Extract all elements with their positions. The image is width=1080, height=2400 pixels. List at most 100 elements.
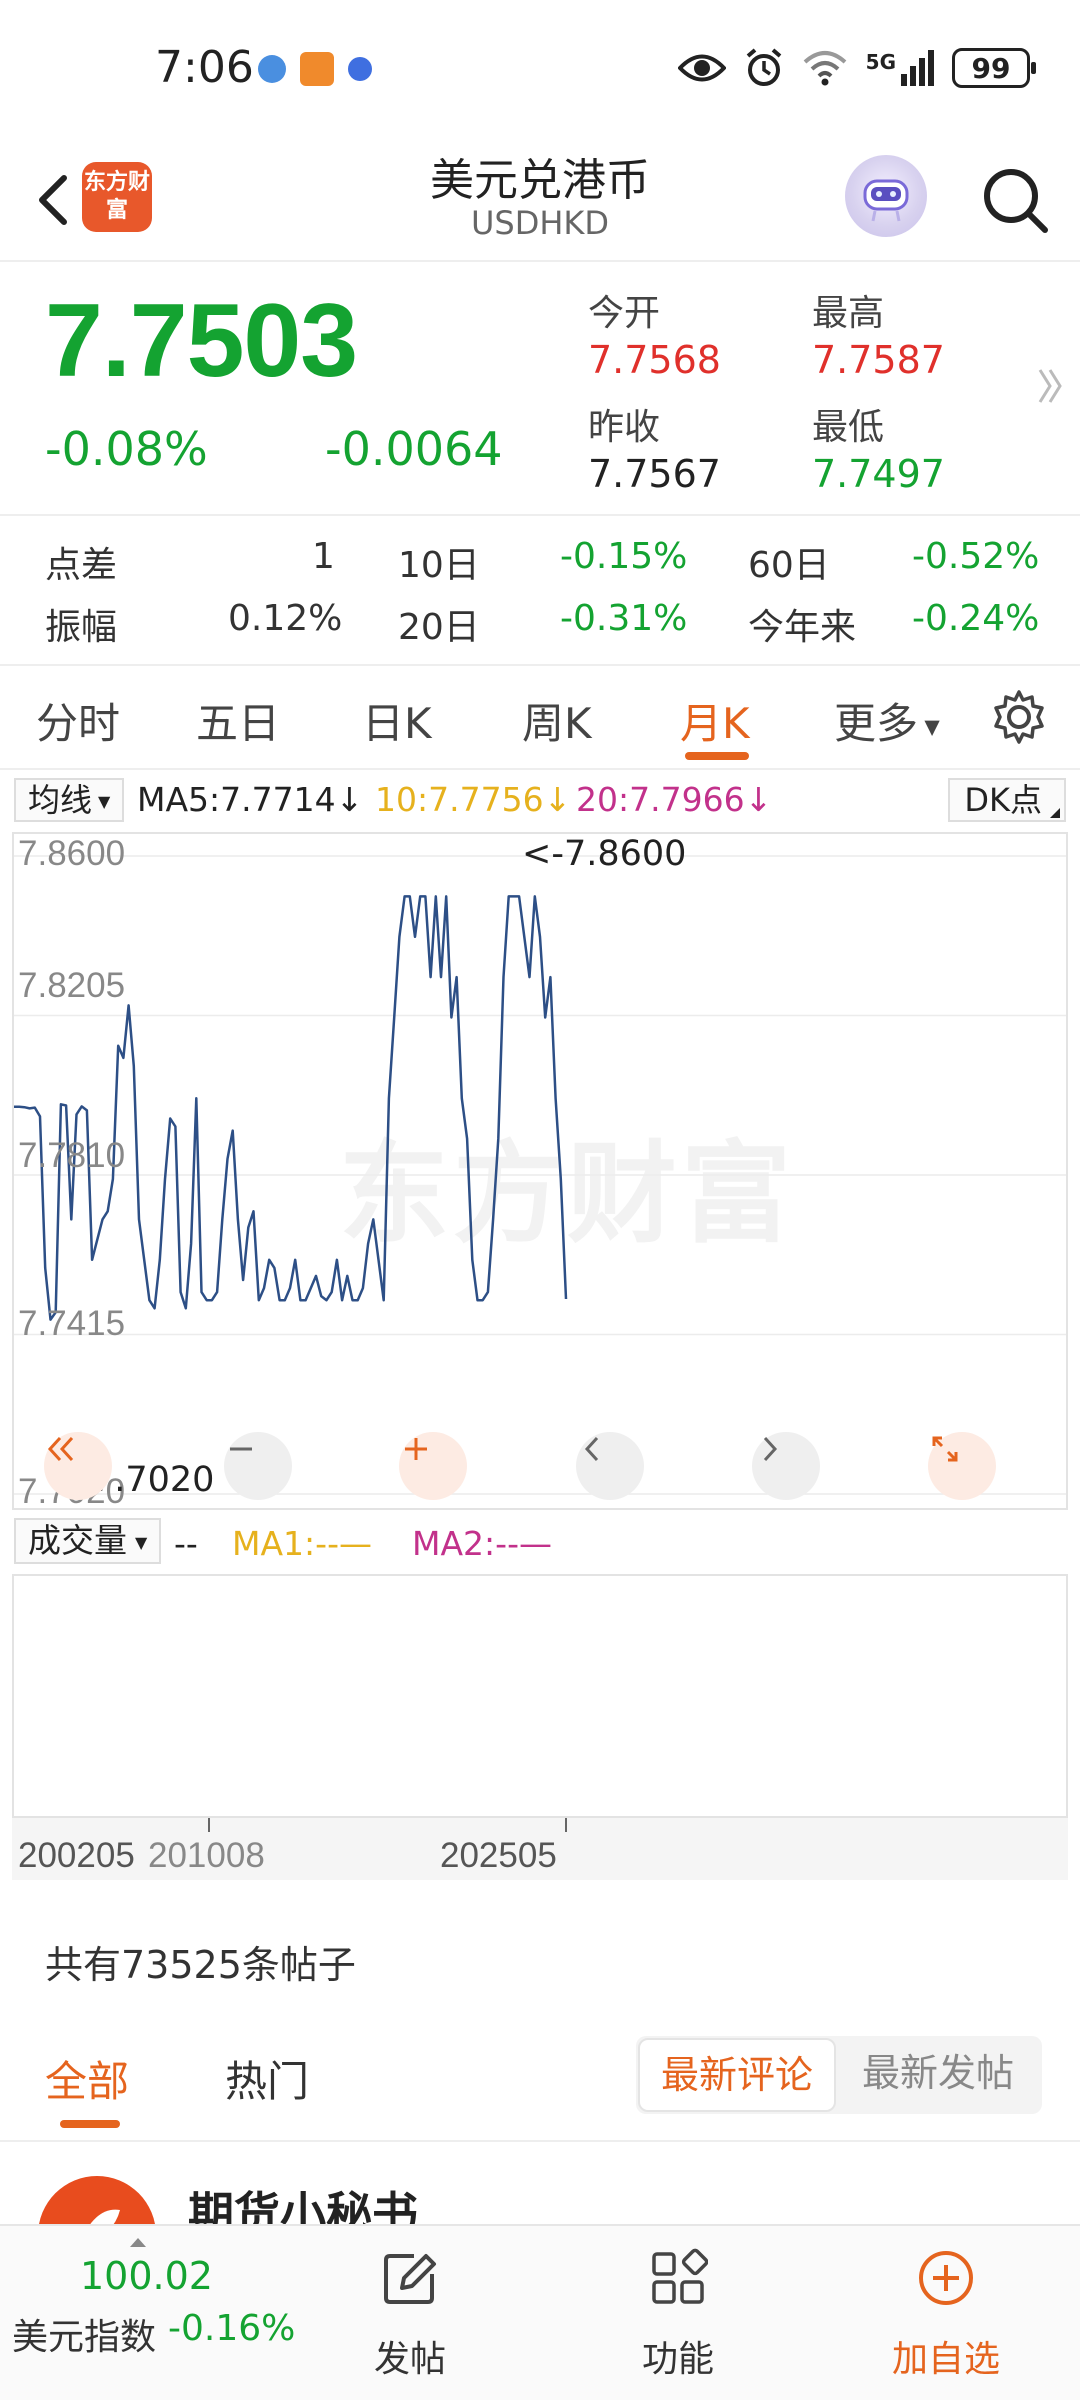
- ma-selector-label: 均线: [28, 781, 93, 819]
- status-bar: 7:06 5G 99: [0, 0, 1080, 140]
- posts-count: 共有73525条帖子: [45, 1943, 356, 1987]
- ytd-value: -0.24%: [912, 598, 1040, 639]
- browser-icon: [258, 55, 286, 83]
- sort-latest-comment[interactable]: 最新评论: [638, 2038, 836, 2112]
- spread-label: 点差: [45, 545, 118, 586]
- volume-selector[interactable]: 成交量 ▼: [14, 1518, 162, 1564]
- volume-chart[interactable]: [12, 1574, 1068, 1818]
- tab-monthly-k[interactable]: 月K: [680, 690, 750, 751]
- ma-legend: 均线 ▼ MA5:7.7714↓ 10:7.7756↓ 20:7.7966↓ DK…: [0, 772, 1080, 828]
- change-amount: -0.0064: [325, 422, 503, 476]
- minus-icon: [230, 1447, 252, 1451]
- tab-five-day[interactable]: 五日: [196, 690, 280, 751]
- y-tick-label: 7.7810: [18, 1136, 126, 1175]
- battery-icon: 99: [952, 48, 1036, 88]
- status-right: 5G 99: [677, 48, 1036, 88]
- header: 东方财富 美元兑港币 USDHKD: [0, 140, 1080, 262]
- x-tick-label: 201008: [148, 1836, 265, 1875]
- price-series-line: [14, 895, 568, 1321]
- plus-icon: [405, 1438, 427, 1460]
- price-chart-svg: [14, 855, 1066, 1495]
- tab-more[interactable]: 更多 ▼: [834, 690, 940, 751]
- tab-intraday[interactable]: 分时: [36, 690, 120, 751]
- ytd-label: 今年来: [748, 607, 857, 648]
- dk-points-button[interactable]: DK点: [948, 778, 1066, 822]
- expand-icon: [932, 1436, 958, 1462]
- double-chevron-right-icon[interactable]: [1036, 364, 1066, 408]
- assistant-robot-icon[interactable]: [845, 155, 927, 237]
- grid-icon: [652, 2248, 708, 2304]
- plus-circle-icon: [919, 2251, 973, 2305]
- dollar-index-change[interactable]: -0.16%: [168, 2308, 295, 2349]
- d10-value: -0.15%: [560, 536, 688, 577]
- volume-legend: 成交量 ▼ -- MA1:--— MA2:--—: [0, 1514, 1080, 1570]
- tab-weekly-k[interactable]: 周K: [522, 690, 592, 751]
- search-icon[interactable]: [975, 160, 1055, 240]
- tab-all-posts[interactable]: 全部: [45, 2048, 129, 2109]
- nav-post[interactable]: 发帖: [330, 2226, 490, 2400]
- zoom-out-button[interactable]: [224, 1432, 292, 1500]
- tab-more-label: 更多: [834, 699, 919, 748]
- sort-latest-post[interactable]: 最新发帖: [836, 2038, 1040, 2112]
- volume-ma2: MA2:--—: [412, 1524, 552, 1563]
- pan-left-button[interactable]: [576, 1432, 644, 1500]
- x-tick-mark: [565, 1818, 567, 1832]
- d20-label: 20日: [398, 607, 480, 648]
- signal-bar: [910, 66, 916, 86]
- baidu-paw-icon: [348, 57, 372, 81]
- x-axis: 200205 201008 202505: [12, 1818, 1068, 1880]
- x-tick-label: 200205: [18, 1836, 135, 1875]
- tab-hot-posts[interactable]: 热门: [225, 2048, 309, 2109]
- y-tick-label: 7.8205: [18, 966, 126, 1005]
- tab-daily-k[interactable]: 日K: [362, 690, 432, 751]
- divider: [0, 2140, 1080, 2142]
- chevron-left-icon: [584, 1436, 599, 1462]
- dollar-index-name[interactable]: 美元指数: [12, 2308, 156, 2360]
- last-price: 7.7503: [45, 283, 358, 399]
- pan-right-button[interactable]: [752, 1432, 820, 1500]
- stats-panel: 点差 1 振幅 0.12% 10日 -0.15% 20日 -0.31% 60日 …: [0, 516, 1080, 666]
- prev-close-label: 昨收: [588, 407, 661, 448]
- nav-add-watchlist[interactable]: 加自选: [866, 2226, 1026, 2400]
- gear-icon[interactable]: [990, 688, 1048, 746]
- ma10-value: 10:7.7756↓: [375, 780, 572, 819]
- zoom-in-button[interactable]: [399, 1432, 467, 1500]
- caret-up-icon: [130, 2238, 146, 2247]
- network-type: 5G: [865, 50, 896, 74]
- ma5-value: MA5:7.7714↓: [137, 780, 364, 819]
- dollar-index-value[interactable]: 100.02: [80, 2254, 213, 2298]
- edit-icon: [384, 2254, 436, 2304]
- quote-panel: 7.7503 -0.08% -0.0064 今开 7.7568 最高 7.758…: [0, 262, 1080, 516]
- d60-value: -0.52%: [912, 536, 1040, 577]
- x-tick-label: 202505: [440, 1836, 557, 1875]
- signal-bar: [901, 74, 907, 86]
- y-tick-label: 7.7415: [18, 1304, 126, 1343]
- amplitude-value: 0.12%: [228, 598, 343, 639]
- caret-down-icon: ▼: [918, 714, 940, 739]
- nav-post-label: 发帖: [373, 2339, 446, 2380]
- kline-chart[interactable]: 东方财富 7.8600 7.8205 7.7810 7.7415 7.7020 …: [12, 832, 1068, 1511]
- dk-points-label: DK点: [964, 781, 1042, 819]
- nav-add-watchlist-label: 加自选: [891, 2339, 1000, 2380]
- robot-face-icon: [863, 179, 909, 222]
- d10-label: 10日: [398, 545, 480, 586]
- status-app-icons: [258, 52, 372, 86]
- x-tick-mark: [208, 1818, 210, 1832]
- chevron-right-icon: [763, 1436, 778, 1462]
- prev-close-value: 7.7567: [588, 452, 721, 496]
- y-tick-label: 7.8600: [18, 834, 126, 873]
- jump-start-button[interactable]: [44, 1432, 112, 1500]
- video-app-icon: [300, 52, 334, 86]
- d20-value: -0.31%: [560, 598, 688, 639]
- nav-functions[interactable]: 功能: [598, 2226, 758, 2400]
- double-chevron-left-icon: [47, 1436, 74, 1462]
- active-post-tab-indicator: [60, 2120, 120, 2128]
- high-label: 最高: [812, 293, 885, 334]
- caret-down-icon: ▼: [135, 1532, 148, 1552]
- fullscreen-button[interactable]: [928, 1432, 996, 1500]
- signal-bar: [919, 58, 925, 86]
- nav-functions-label: 功能: [641, 2339, 714, 2380]
- ma-selector[interactable]: 均线 ▼: [14, 778, 125, 822]
- wifi-icon: [803, 51, 846, 86]
- change-percent: -0.08%: [45, 422, 208, 476]
